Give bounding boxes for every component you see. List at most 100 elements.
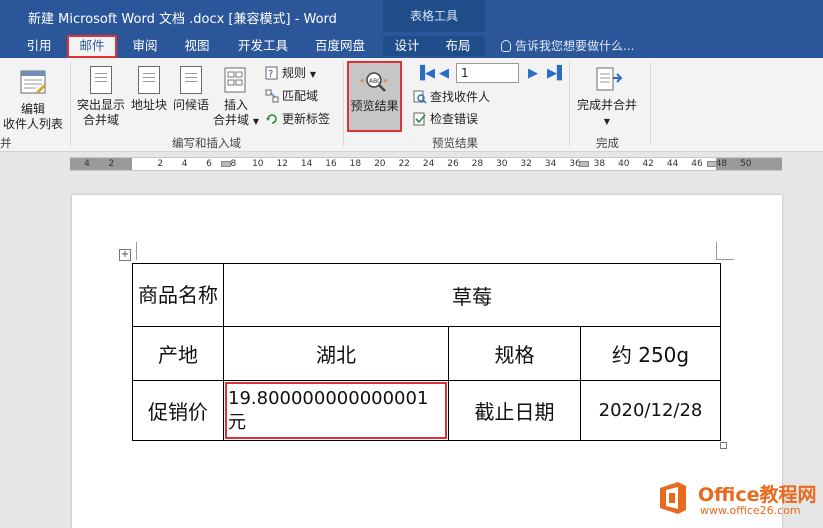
address-block-icon bbox=[138, 66, 160, 94]
ruler-number: 30 bbox=[496, 159, 508, 169]
finish-merge-label: 完成并合并 bbox=[576, 98, 637, 112]
ruler-number: 12 bbox=[276, 159, 288, 169]
ruler-indent-marker[interactable] bbox=[579, 161, 589, 167]
match-fields-label: 匹配域 bbox=[282, 89, 319, 103]
ruler-indent-marker[interactable] bbox=[221, 161, 231, 167]
preview-magnifier-icon: « ABC » bbox=[360, 72, 388, 92]
cell-origin-label[interactable]: 产地 bbox=[132, 326, 224, 381]
tell-me-box[interactable]: 告诉我您想要做什么... bbox=[501, 36, 634, 56]
cell-spec-label[interactable]: 规格 bbox=[448, 326, 581, 381]
find-recipient-icon bbox=[413, 90, 427, 104]
ruler-number: 44 bbox=[666, 159, 679, 169]
highlight-fields-line2: 合并域 bbox=[82, 113, 119, 127]
margin-corner-left bbox=[136, 242, 137, 260]
cell-promo-price-label[interactable]: 促销价 bbox=[132, 380, 224, 441]
ruler-number: 4 bbox=[181, 159, 188, 169]
table-tools-context-label: 表格工具 bbox=[383, 0, 485, 32]
svg-text:«: « bbox=[360, 76, 365, 85]
update-labels-icon bbox=[266, 114, 277, 124]
match-fields-button[interactable]: 匹配域 bbox=[265, 86, 318, 106]
insert-field-line1: 插入 bbox=[223, 98, 248, 112]
ruler-number: 2 bbox=[108, 159, 115, 169]
update-labels-label: 更新标签 bbox=[282, 112, 331, 126]
cell-deadline-value[interactable]: 2020/12/28 bbox=[580, 380, 721, 441]
dropdown-arrow-icon: ▼ bbox=[603, 117, 611, 126]
insert-field-line2: 合并域 bbox=[213, 113, 250, 127]
tab-table-layout[interactable]: 布局 bbox=[431, 36, 485, 56]
cell-spec-value[interactable]: 约 250g bbox=[580, 326, 721, 381]
cell-product-name-label[interactable]: 商品名称 bbox=[132, 263, 224, 327]
ruler-number: 18 bbox=[349, 159, 362, 169]
ruler-number: 34 bbox=[544, 159, 557, 169]
edit-recipient-list-button[interactable]: 编辑 收件人列表 bbox=[2, 68, 64, 132]
tab-mailings[interactable]: 邮件 bbox=[67, 35, 117, 58]
match-fields-icon bbox=[265, 89, 279, 103]
tab-view[interactable]: 视图 bbox=[176, 36, 218, 56]
preview-results-button[interactable]: « ABC » 预览结果 bbox=[347, 69, 402, 114]
price-highlight-box bbox=[225, 382, 447, 439]
ruler-number: 4 bbox=[84, 159, 90, 169]
recipient-list-icon bbox=[20, 70, 46, 94]
insert-field-icon bbox=[224, 67, 246, 93]
cell-promo-price-value[interactable]: 19.800000000000001元 bbox=[223, 380, 449, 441]
margin-corner-right bbox=[716, 242, 734, 260]
table-move-handle-icon[interactable]: + bbox=[119, 249, 131, 261]
finish-merge-button[interactable]: 完成并合并 ▼ bbox=[573, 66, 641, 129]
highlight-fields-line1: 突出显示 bbox=[76, 98, 125, 112]
ribbon-separator bbox=[343, 62, 344, 146]
ruler-number: 20 bbox=[374, 159, 386, 169]
next-record-icon[interactable]: ▶ bbox=[528, 66, 538, 81]
preview-results-label: 预览结果 bbox=[350, 99, 399, 113]
ruler-indent-marker[interactable] bbox=[707, 161, 717, 167]
tell-me-text: 告诉我您想要做什么... bbox=[515, 39, 635, 53]
tab-developer[interactable]: 开发工具 bbox=[230, 36, 296, 56]
ruler-number: 14 bbox=[300, 159, 313, 169]
horizontal-ruler[interactable]: 4 2 2 4 6 8 10 12 14 16 18 20 22 24 26 28 30 32 34 36 38 40 42… bbox=[70, 157, 782, 171]
record-number-input[interactable]: 1 bbox=[456, 63, 519, 83]
cell-deadline-label[interactable]: 截止日期 bbox=[448, 380, 581, 441]
ruler-number: 10 bbox=[252, 159, 264, 169]
table-resize-handle[interactable] bbox=[720, 442, 727, 449]
ruler-number: 46 bbox=[691, 159, 703, 169]
ruler-number: 8 bbox=[230, 159, 237, 169]
check-errors-label: 检查错误 bbox=[430, 112, 479, 126]
check-errors-button[interactable]: 检查错误 bbox=[413, 109, 478, 129]
start-group-label: 并 bbox=[0, 136, 12, 150]
highlight-fields-icon bbox=[90, 66, 112, 94]
highlight-merge-fields-button[interactable]: 突出显示 合并域 bbox=[74, 66, 128, 128]
rules-button[interactable]: ? 规则 ▼ bbox=[265, 63, 316, 83]
update-labels-button[interactable]: 更新标签 bbox=[265, 109, 330, 129]
cell-origin-value[interactable]: 湖北 bbox=[223, 326, 449, 381]
tab-review[interactable]: 审阅 bbox=[124, 36, 166, 56]
svg-text:»: » bbox=[383, 76, 388, 85]
previous-record-icon[interactable]: ◀ bbox=[439, 66, 449, 81]
ruler-number: 16 bbox=[325, 159, 337, 169]
product-table[interactable]: 商品名称 草莓 产地 湖北 规格 约 250g 促销价 19.800000000… bbox=[132, 263, 721, 441]
find-recipient-button[interactable]: 查找收件人 bbox=[413, 87, 490, 107]
greeting-line-button[interactable]: 问候语 bbox=[170, 66, 212, 113]
ruler-number: 40 bbox=[618, 159, 630, 169]
ruler-number: 48 bbox=[715, 159, 728, 169]
insert-merge-field-button[interactable]: 插入 合并域 ▼ bbox=[212, 66, 260, 129]
ruler-number: 6 bbox=[206, 159, 212, 169]
rules-label: 规则 bbox=[282, 66, 307, 80]
cell-product-name-value[interactable]: 草莓 bbox=[223, 263, 721, 327]
tab-references[interactable]: 引用 bbox=[18, 36, 60, 56]
tab-table-design[interactable]: 设计 bbox=[383, 36, 431, 56]
ruler-number: 32 bbox=[520, 159, 532, 169]
svg-text:ABC: ABC bbox=[369, 78, 381, 85]
address-block-label: 地址块 bbox=[130, 98, 167, 112]
ruler-number: 50 bbox=[740, 159, 752, 169]
ruler-number: 2 bbox=[157, 159, 164, 169]
watermark-url: www.office26.com bbox=[700, 504, 801, 517]
last-record-icon[interactable]: ▶▌ bbox=[547, 66, 567, 81]
edit-recipient-line2: 收件人列表 bbox=[2, 117, 63, 131]
ruler-number: 22 bbox=[398, 159, 410, 169]
address-block-button[interactable]: 地址块 bbox=[128, 66, 170, 113]
dropdown-arrow-icon: ▼ bbox=[252, 117, 259, 126]
ruler-number: 38 bbox=[593, 159, 606, 169]
dropdown-arrow-icon: ▼ bbox=[309, 70, 316, 79]
tab-baidu-netdisk[interactable]: 百度网盘 bbox=[306, 36, 374, 56]
check-errors-icon bbox=[413, 112, 426, 126]
first-record-icon[interactable]: ▐◀ bbox=[415, 66, 435, 81]
